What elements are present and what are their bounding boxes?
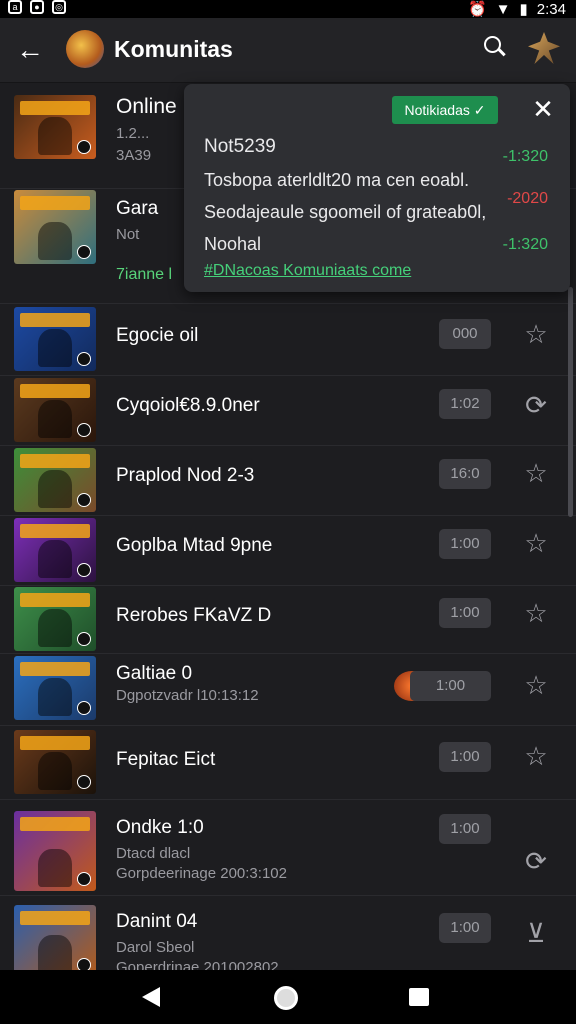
time-pill[interactable]: 1:00 [439, 814, 491, 844]
status-left-icons: a ● ◎ [8, 0, 66, 14]
inbox-icon[interactable]: ⊻ [522, 919, 550, 947]
list-item[interactable]: Rerobes FKaVZ D 1:00 ☆ [0, 585, 576, 654]
app-bar: ← Komunitas [0, 18, 576, 83]
time-pill[interactable]: 1:02 [439, 389, 491, 419]
list-item[interactable]: Praplod Nod 2-3 16:0 ☆ [0, 445, 576, 516]
row-sub: Dtacd dlacl [116, 845, 191, 862]
row-name: Gara [116, 198, 159, 219]
star-icon[interactable]: ☆ [522, 599, 550, 627]
popup-line-2: Seodajeaule sgoomeil of grateab0l, [204, 202, 487, 222]
share-icon[interactable]: ⟳ [522, 391, 550, 419]
row-green-text: 7ianne l [116, 266, 173, 283]
row-name: Galtiae 0 [116, 663, 193, 684]
row-sub: Dgpotzvadr l10:13:12 [116, 687, 259, 704]
game-icon[interactable] [528, 32, 560, 64]
system-nav-bar [0, 970, 576, 1024]
time-pill[interactable]: 1:00 [439, 529, 491, 559]
row-name: Fepitac Eict [116, 749, 216, 770]
time-pill[interactable]: 000 [439, 319, 491, 349]
row-name: Goplba Mtad 9pne [116, 535, 273, 556]
row-sub: Darol Sbeol [116, 939, 195, 956]
list-item[interactable]: Goplba Mtad 9pne 1:00 ☆ [0, 515, 576, 586]
game-thumbnail [14, 307, 96, 371]
app-logo [66, 30, 104, 68]
row-sub-2: Gorpdeerinage 200:3:102 [116, 865, 287, 882]
notification-popup: Notikiadas ✓ ✕ Not5239 -1:320 Tosbopa at… [184, 84, 570, 292]
popup-line-1: Tosbopa aterldlt20 ma cen eoabl. [204, 170, 470, 190]
star-icon[interactable]: ☆ [522, 320, 550, 348]
list-item[interactable]: Ondke 1:0 Dtacd dlacl Gorpdeerinage 200:… [0, 799, 576, 896]
game-thumbnail [14, 448, 96, 512]
game-thumbnail [14, 587, 96, 651]
list-item[interactable]: Danint 04 Darol Sbeol Goperdrinae 201002… [0, 895, 576, 970]
popup-heading: Not5239 [204, 136, 276, 157]
row-name: Ondke 1:0 [116, 817, 204, 838]
alarm-icon: ⏰ [467, 1, 487, 18]
game-thumbnail [14, 378, 96, 442]
time-pill[interactable]: 1:00 [439, 742, 491, 772]
status-time: 2:34 [536, 0, 566, 18]
app-notification-icon-2: ◎ [52, 0, 66, 14]
popup-value-2: -2020 [507, 190, 548, 207]
game-thumbnail [14, 656, 96, 720]
battery-icon: ▮ [519, 1, 528, 18]
time-pill[interactable]: 1:00 [410, 671, 491, 701]
nav-recents-icon[interactable] [409, 988, 429, 1006]
app-notification-icon: ● [30, 0, 44, 14]
list-item[interactable]: Fepitac Eict 1:00 ☆ [0, 725, 576, 800]
star-icon[interactable]: ☆ [522, 742, 550, 770]
game-thumbnail [14, 730, 96, 794]
page-title: Komunitas [114, 36, 233, 62]
popup-line-3: Noohal [204, 234, 262, 254]
status-bar: a ● ◎ ⏰ ▼ ▮ 2:34 [0, 0, 576, 18]
back-arrow-icon[interactable]: ← [16, 34, 48, 66]
game-thumbnail [14, 95, 96, 159]
popup-value-3: -1:320 [502, 236, 548, 253]
row-sub-2: Goperdrinae 201002802 [116, 959, 279, 970]
list-item[interactable]: Egocie oil 000 ☆ [0, 303, 576, 376]
star-icon[interactable]: ☆ [522, 459, 550, 487]
list-item[interactable]: Cyqoiol€8.9.0ner 1:02 ⟳ [0, 375, 576, 446]
row-sub: Not [116, 226, 140, 243]
scrollbar[interactable] [568, 287, 573, 517]
row-sub: 1.2... [116, 125, 150, 142]
list-item[interactable]: Galtiae 0 Dgpotzvadr l10:13:12 1:00 ☆ [0, 653, 576, 726]
wifi-icon: ▼ [495, 0, 511, 18]
notification-tag: Notikiadas ✓ [392, 96, 498, 124]
community-link[interactable]: #DNacoas Komuniaats come [204, 262, 411, 280]
row-name: Rerobes FKaVZ D [116, 605, 272, 626]
time-pill[interactable]: 1:00 [439, 598, 491, 628]
nav-back-icon[interactable] [142, 987, 160, 1007]
row-name: Danint 04 [116, 911, 198, 932]
share-icon[interactable]: ⟳ [522, 847, 550, 875]
game-thumbnail [14, 190, 96, 264]
time-pill[interactable]: 1:00 [439, 913, 491, 943]
status-right: ⏰ ▼ ▮ 2:34 [467, 0, 566, 19]
star-icon[interactable]: ☆ [522, 529, 550, 557]
row-sub-2: 3A39 [116, 147, 152, 164]
row-name: Egocie oil [116, 325, 199, 346]
time-pill[interactable]: 16:0 [439, 459, 491, 489]
game-thumbnail [14, 811, 96, 891]
search-icon[interactable] [482, 34, 508, 60]
nav-home-icon[interactable] [274, 986, 298, 1010]
popup-value-1: -1:320 [502, 148, 548, 165]
notification-icon: a [8, 0, 22, 14]
row-name: Cyqoiol€8.9.0ner [116, 395, 260, 416]
star-icon[interactable]: ☆ [522, 671, 550, 699]
game-thumbnail [14, 518, 96, 582]
row-name: Online [116, 95, 177, 118]
row-name: Praplod Nod 2-3 [116, 465, 255, 486]
close-icon[interactable]: ✕ [528, 94, 558, 124]
game-thumbnail [14, 905, 96, 970]
